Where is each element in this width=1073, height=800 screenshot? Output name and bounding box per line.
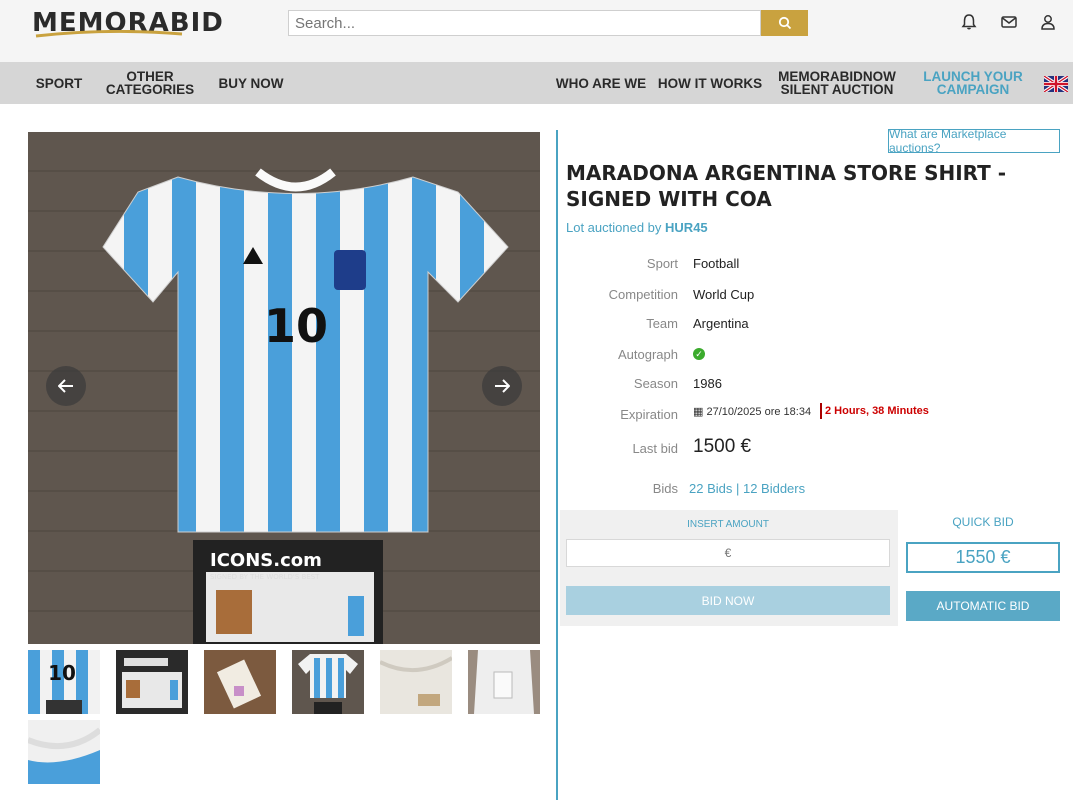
season-value: 1986 bbox=[693, 376, 722, 391]
thumbnail-image bbox=[380, 650, 452, 714]
search-button[interactable] bbox=[761, 10, 808, 36]
marketplace-auctions-link[interactable]: What are Marketplace auctions? bbox=[888, 127, 1060, 155]
team-label: Team bbox=[646, 316, 678, 331]
nav-buy-now[interactable]: BUY NOW bbox=[212, 62, 290, 104]
sport-label: Sport bbox=[646, 256, 678, 271]
insert-amount-label: INSERT AMOUNT bbox=[687, 519, 769, 530]
thumbnail-image bbox=[292, 650, 364, 714]
search-icon bbox=[778, 16, 791, 30]
uk-flag-icon[interactable] bbox=[1044, 76, 1068, 92]
quick-bid-button[interactable]: 1550 € bbox=[906, 542, 1060, 573]
carousel-prev-button[interactable] bbox=[46, 366, 86, 406]
main-nav: SPORT OTHER CATEGORIES BUY NOW WHO ARE W… bbox=[0, 62, 1073, 104]
thumbnail-7[interactable] bbox=[28, 720, 100, 784]
nav-memorabidnow[interactable]: MEMORABIDNOW SILENT AUCTION bbox=[774, 62, 900, 104]
expiration-label: Expiration bbox=[620, 407, 678, 422]
box-brand-text: ICONS.com bbox=[210, 550, 322, 571]
season-label: Season bbox=[633, 376, 678, 391]
thumbnail-image bbox=[116, 650, 188, 714]
box-sub-text: SIGNED BY THE WORLD'S BEST bbox=[210, 573, 320, 581]
bids-label: Bids bbox=[652, 481, 678, 496]
arrow-left-icon bbox=[58, 379, 73, 393]
check-icon: ✓ bbox=[693, 348, 705, 360]
thumbnail-4[interactable] bbox=[292, 650, 364, 714]
thumb-shirt-number: 10 bbox=[48, 661, 76, 685]
thumbnail-2[interactable] bbox=[116, 650, 188, 714]
mail-icon[interactable] bbox=[1000, 13, 1018, 31]
sport-value: Football bbox=[693, 256, 740, 271]
expiration-date: ▦ 27/10/2025 ore 18:34 bbox=[693, 405, 811, 418]
thumbnail-image bbox=[468, 650, 540, 714]
nav-launch-campaign[interactable]: LAUNCH YOUR CAMPAIGN bbox=[920, 62, 1026, 104]
lot-seller-prefix: Lot auctioned by bbox=[566, 220, 662, 235]
content-divider bbox=[556, 130, 558, 800]
automatic-bid-button[interactable]: AUTOMATIC BID bbox=[906, 591, 1060, 621]
arrow-right-icon bbox=[495, 379, 510, 393]
nav-other-categories[interactable]: OTHER CATEGORIES bbox=[106, 62, 194, 104]
nav-memorabidnow-line2: SILENT AUCTION bbox=[780, 82, 894, 97]
calendar-icon: ▦ bbox=[693, 406, 704, 418]
site-header: MEMORABID bbox=[0, 0, 1073, 62]
thumbnail-1[interactable]: 10 bbox=[28, 650, 100, 714]
thumbnail-6[interactable] bbox=[468, 650, 540, 714]
team-value: Argentina bbox=[693, 316, 749, 331]
thumbnail-image bbox=[204, 650, 276, 714]
time-remaining: 2 Hours, 38 Minutes bbox=[820, 403, 929, 419]
quick-bid-label: QUICK BID bbox=[952, 515, 1014, 529]
thumbnail-3[interactable] bbox=[204, 650, 276, 714]
user-icon[interactable] bbox=[1039, 13, 1057, 31]
competition-label: Competition bbox=[608, 287, 678, 302]
nav-sport[interactable]: SPORT bbox=[28, 62, 90, 104]
bids-count-link[interactable]: 22 Bids | 12 Bidders bbox=[689, 481, 805, 496]
search-bar bbox=[288, 10, 808, 36]
last-bid-value: 1500 € bbox=[693, 436, 752, 457]
nav-who-are-we[interactable]: WHO ARE WE bbox=[552, 62, 650, 104]
thumbnail-image bbox=[28, 720, 100, 784]
lot-seller-link[interactable]: HUR45 bbox=[665, 220, 708, 235]
expiration-date-text: 27/10/2025 ore 18:34 bbox=[706, 406, 812, 418]
autograph-label: Autograph bbox=[618, 347, 678, 362]
nav-how-it-works[interactable]: HOW IT WORKS bbox=[656, 62, 764, 104]
thumbnail-5[interactable] bbox=[380, 650, 452, 714]
lot-seller-line: Lot auctioned by HUR45 bbox=[566, 220, 708, 235]
shirt-photo: 10 ICONS.com SIGNED BY THE WORLD'S BEST bbox=[28, 132, 540, 644]
nav-other-categories-line2: CATEGORIES bbox=[105, 82, 195, 97]
thumbnail-image: 10 bbox=[28, 650, 100, 714]
last-bid-label: Last bid bbox=[632, 441, 678, 456]
competition-value: World Cup bbox=[693, 287, 755, 302]
main-product-image[interactable]: 10 ICONS.com SIGNED BY THE WORLD'S BEST bbox=[28, 132, 540, 644]
nav-launch-campaign-line2: CAMPAIGN bbox=[936, 82, 1010, 97]
logo-swoosh bbox=[35, 30, 183, 38]
bid-amount-input[interactable] bbox=[566, 539, 890, 567]
bell-icon[interactable] bbox=[960, 13, 978, 31]
bid-now-button[interactable]: BID NOW bbox=[566, 586, 890, 615]
shirt-number: 10 bbox=[264, 299, 328, 353]
lot-title: MARADONA ARGENTINA STORE SHIRT - SIGNED … bbox=[566, 161, 1007, 211]
search-input[interactable] bbox=[288, 10, 761, 36]
carousel-next-button[interactable] bbox=[482, 366, 522, 406]
